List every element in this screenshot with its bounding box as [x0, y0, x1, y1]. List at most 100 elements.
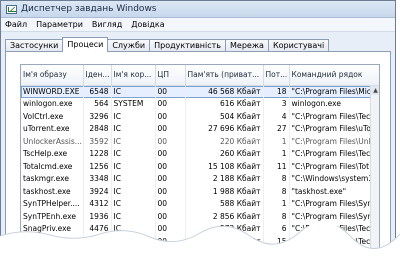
table-row[interactable]: taskmgr.exe 3348 IC 00 2 188 Кбайт 8 "C:\Windo… [21, 172, 379, 185]
table-row[interactable]: taskhost.exe 3924 IC 00 1 988 Кбайт 8 "taskhos… [21, 185, 379, 198]
cell-memory: 46 568 Кбайт [185, 85, 264, 98]
table-row[interactable]: SynTPHelper.... 4312 IC 00 588 Кбайт 1 "C:\Pro… [21, 197, 379, 210]
cell-memory: 220 Кбайт [185, 135, 264, 148]
column-header-threads[interactable]: Пот... [263, 65, 290, 86]
menu-view[interactable]: Вигляд [92, 20, 122, 29]
cell-command-line: "C:\Program Files\Syn [289, 210, 379, 223]
table-row[interactable]: Totalcmd.exe 1256 IC 00 15 108 Кбайт 11 "C:\Pr… [21, 160, 379, 173]
cell-command-line: winlogon.exe [289, 97, 379, 110]
cell-threads: 8 [263, 172, 290, 185]
cell-image-name: WINWORD.EXE [21, 85, 84, 98]
cell-command-line: "C:\Program Files\Tec [289, 147, 379, 160]
cell-cpu: 00 [155, 85, 186, 98]
cell-pid: 3296 [83, 110, 112, 123]
column-header-image-name[interactable]: Ім'я образу [21, 65, 84, 86]
cell-user-name: IC [111, 85, 156, 98]
cell-cpu: 00 [155, 110, 186, 123]
cell-command-line: "C:\Program Files\Tec [289, 110, 379, 123]
cell-pid: 6548 [83, 85, 112, 98]
cell-memory: 1 988 Кбайт [185, 185, 264, 198]
cell-pid: 1256 [83, 160, 112, 173]
cell-cpu: 00 [155, 185, 186, 198]
column-header-user-name[interactable]: Ім'я кор... [111, 65, 156, 86]
cell-command-line: "C:\Program Files\Tot [289, 160, 379, 173]
cell-pid: 564 [83, 97, 112, 110]
cell-image-name: SynTPHelper.... [21, 197, 84, 210]
cell-memory: 616 Кбайт [185, 97, 264, 110]
cell-memory: 15 108 Кбайт [185, 160, 264, 173]
cell-pid: 1936 [83, 210, 112, 223]
cell-memory: 588 Кбайт [185, 197, 264, 210]
cell-command-line: "C:\Windows\system3 [289, 172, 379, 185]
title-bar[interactable]: Диспетчер завдань Windows [1, 1, 395, 18]
column-headers: Ім'я образу Іден... Ім'я кор... ЦП Пам'я… [21, 65, 379, 86]
column-header-pid[interactable]: Іден... [83, 65, 112, 86]
column-header-command-line[interactable]: Командний рядок [289, 65, 379, 86]
cell-pid: 3348 [83, 172, 112, 185]
scroll-up-arrow-icon[interactable]: ▲ [371, 86, 379, 95]
torn-edge-decoration [0, 226, 400, 257]
cell-command-line: "taskhost.exe" [289, 185, 379, 198]
cell-command-line: "C:\Program Files\uTo [289, 122, 379, 135]
table-row[interactable]: UnlockerAssis... 3592 IC 00 220 Кбайт 1 "C:\Pr… [21, 135, 379, 148]
cell-memory: 2 188 Кбайт [185, 172, 264, 185]
cell-image-name: taskhost.exe [21, 185, 84, 198]
cell-user-name: IC [111, 135, 156, 148]
cell-threads: 1 [263, 197, 290, 210]
cell-cpu: 00 [155, 172, 186, 185]
cell-memory: 260 Кбайт [185, 147, 264, 160]
menu-help[interactable]: Довідка [131, 20, 164, 29]
task-manager-window: Диспетчер завдань Windows Файл Параметри… [0, 0, 396, 257]
cell-cpu: 00 [155, 122, 186, 135]
cell-threads: 18 [263, 85, 290, 98]
cell-pid: 3592 [83, 135, 112, 148]
cell-cpu: 00 [155, 210, 186, 223]
cell-cpu: 00 [155, 135, 186, 148]
table-row[interactable]: TscHelp.exe 1228 IC 00 260 Кбайт 1 "C:\Program… [21, 147, 379, 160]
cell-command-line: "C:\Program Files\Mic [289, 85, 379, 98]
cell-image-name: uTorrent.exe [21, 122, 84, 135]
cell-pid: 2848 [83, 122, 112, 135]
table-row[interactable]: WINWORD.EXE 6548 IC 00 46 568 Кбайт 18 "C:\Pro… [21, 85, 379, 98]
cell-memory: 504 Кбайт [185, 110, 264, 123]
cell-user-name: SYSTEM [111, 97, 156, 110]
menu-options[interactable]: Параметри [36, 20, 83, 29]
cell-image-name: SynTPEnh.exe [21, 210, 84, 223]
cell-memory: 27 696 Кбайт [185, 122, 264, 135]
cell-command-line: "C:\Program Files\Syn [289, 197, 379, 210]
cell-threads: 3 [263, 97, 290, 110]
cell-user-name: IC [111, 197, 156, 210]
cell-image-name: TscHelp.exe [21, 147, 84, 160]
cell-image-name: UnlockerAssis... [21, 135, 84, 148]
menu-bar: Файл Параметри Вигляд Довідка [1, 18, 395, 32]
tab-processes[interactable]: Процеси [62, 37, 109, 52]
cell-threads: 1 [263, 147, 290, 160]
cell-threads: 8 [263, 185, 290, 198]
menu-file[interactable]: Файл [5, 20, 27, 29]
cell-user-name: IC [111, 147, 156, 160]
cell-image-name: winlogon.exe [21, 97, 84, 110]
cell-pid: 1228 [83, 147, 112, 160]
task-manager-icon [6, 4, 17, 14]
table-row[interactable]: uTorrent.exe 2848 IC 00 27 696 Кбайт 27 "C:\Pr… [21, 122, 379, 135]
column-header-cpu[interactable]: ЦП [155, 65, 186, 86]
cell-user-name: IC [111, 185, 156, 198]
table-row[interactable]: VolCtrl.exe 3296 IC 00 504 Кбайт 4 "C:\Program… [21, 110, 379, 123]
table-row[interactable]: winlogon.exe 564 SYSTEM 00 616 Кбайт 3 winlogo… [21, 97, 379, 110]
cell-cpu: 00 [155, 197, 186, 210]
cell-pid: 4312 [83, 197, 112, 210]
window-title: Диспетчер завдань Windows [21, 4, 157, 14]
table-row[interactable]: SynTPEnh.exe 1936 IC 00 2 856 Кбайт 8 "C:\Prog… [21, 210, 379, 223]
cell-threads: 11 [263, 160, 290, 173]
cell-cpu: 00 [155, 147, 186, 160]
cell-user-name: IC [111, 210, 156, 223]
column-header-memory[interactable]: Пам'ять (приват... [185, 65, 264, 86]
cell-memory: 2 856 Кбайт [185, 210, 264, 223]
cell-threads: 1 [263, 135, 290, 148]
cell-user-name: IC [111, 122, 156, 135]
cell-pid: 3924 [83, 185, 112, 198]
cell-threads: 4 [263, 110, 290, 123]
cell-cpu: 00 [155, 160, 186, 173]
cell-cpu: 00 [155, 97, 186, 110]
cell-command-line: "C:\Program Files\Unl [289, 135, 379, 148]
